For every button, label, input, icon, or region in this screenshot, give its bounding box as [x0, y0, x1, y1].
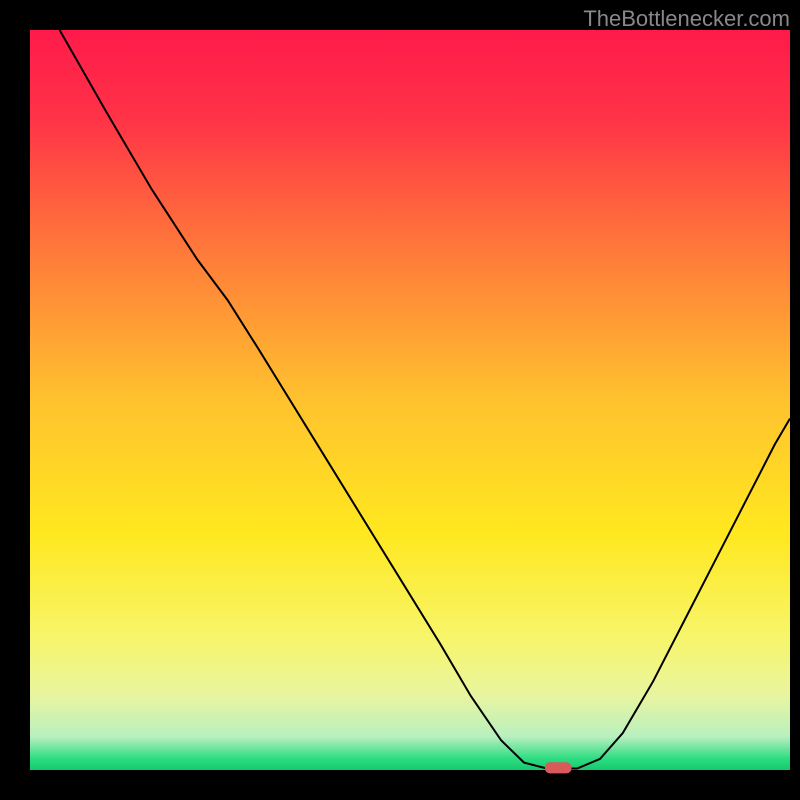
bottleneck-chart [0, 0, 800, 800]
watermark-text: TheBottlenecker.com [583, 6, 790, 32]
plot-background [30, 30, 790, 770]
chart-container [0, 0, 800, 800]
optimal-marker [545, 762, 572, 773]
